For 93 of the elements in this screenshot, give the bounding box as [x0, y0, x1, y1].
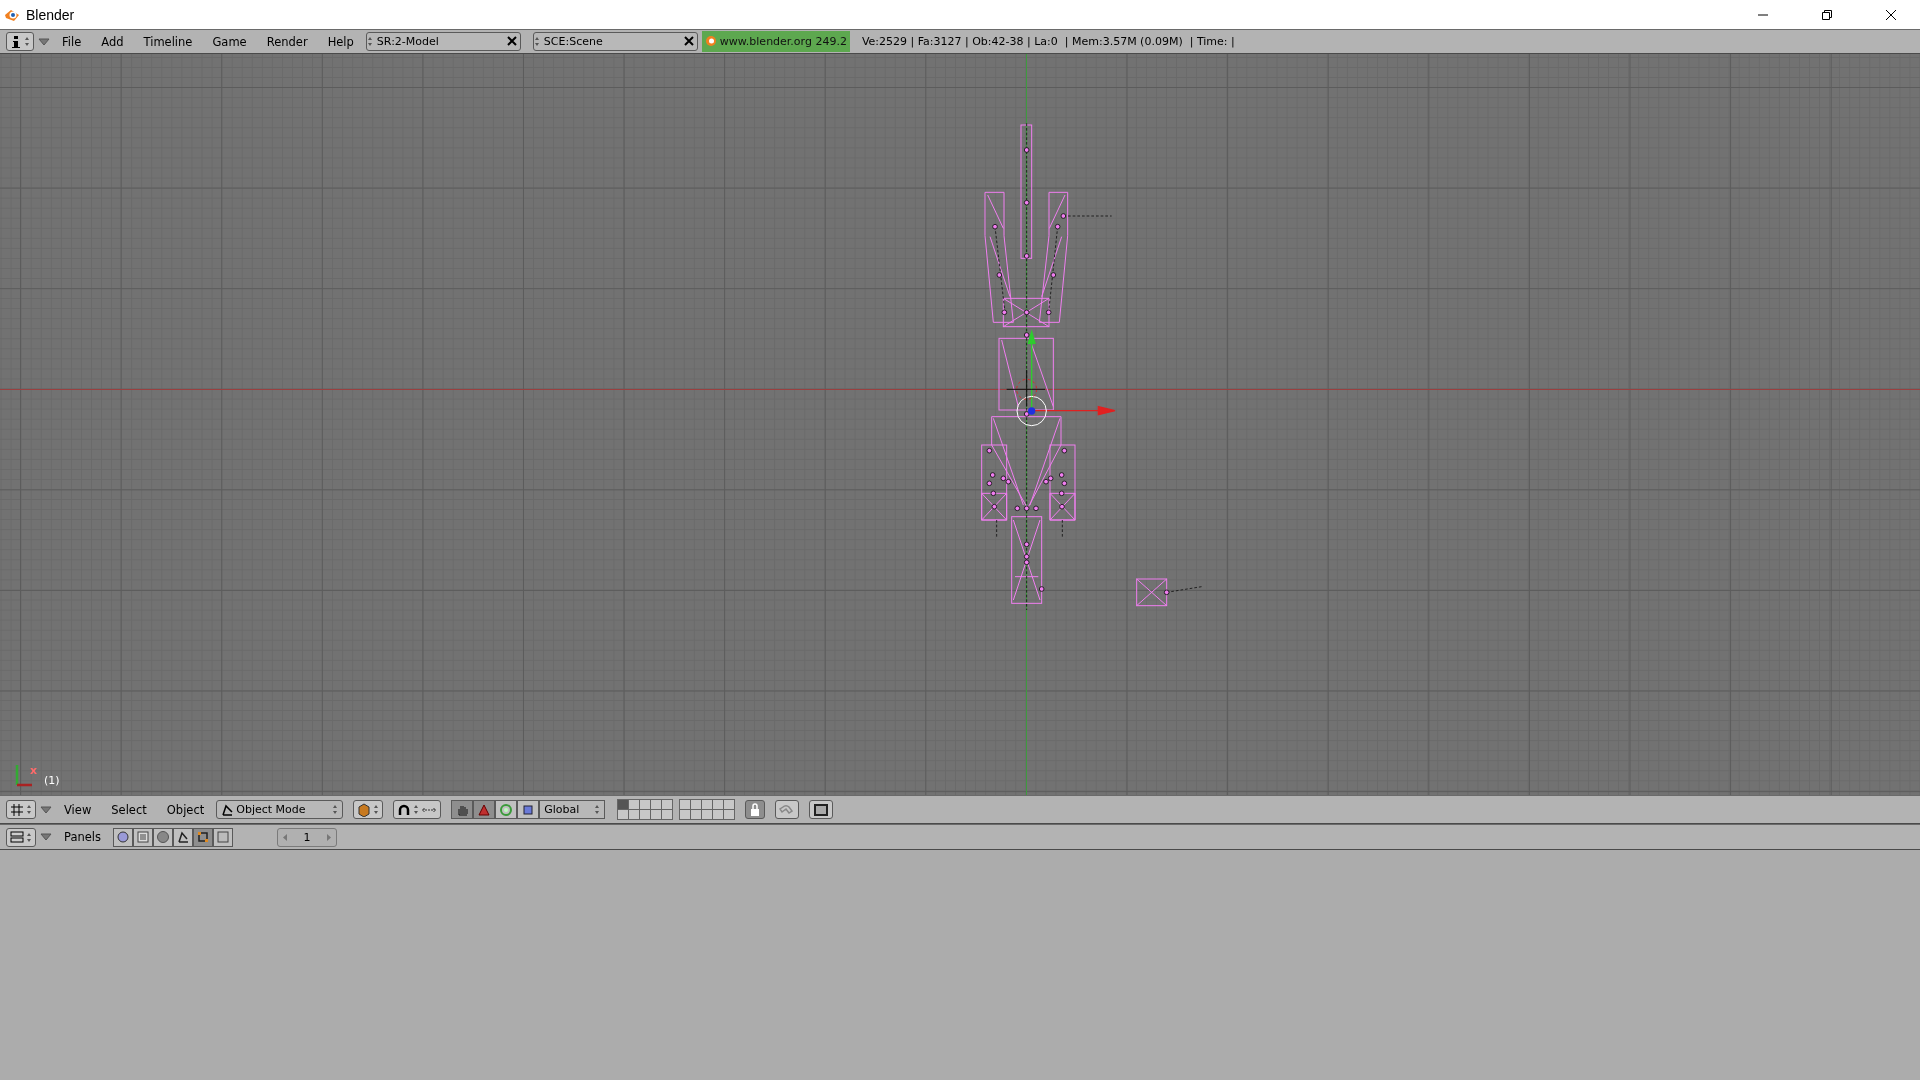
arrow-right-icon — [326, 832, 332, 842]
object-icon — [176, 830, 190, 844]
menu-item[interactable]: Add — [93, 34, 132, 49]
restore-icon — [1821, 8, 1833, 21]
object-icon — [221, 803, 234, 816]
updown-icon — [332, 804, 339, 815]
shading-icon — [156, 830, 170, 844]
menu-item[interactable]: File — [54, 34, 90, 49]
scale-manipulator-button[interactable] — [517, 800, 540, 819]
hand-manipulator-button[interactable] — [451, 800, 474, 819]
menu-item[interactable]: Object — [158, 802, 213, 817]
menu-item[interactable]: Help — [319, 34, 362, 49]
grid-icon — [10, 802, 24, 817]
layer-toggle[interactable] — [724, 810, 735, 819]
menu-item[interactable]: Select — [103, 802, 155, 817]
pivot-icon — [397, 802, 412, 817]
menu-item[interactable]: View — [56, 802, 100, 817]
translate-icon — [477, 802, 492, 817]
layer-toggle[interactable] — [691, 800, 702, 809]
rotate-manipulator-button[interactable] — [495, 800, 518, 819]
lock-icon — [749, 802, 762, 817]
layer-toggle[interactable] — [629, 810, 640, 819]
dropdown-arrow-icon[interactable] — [38, 37, 50, 46]
layer-toggle[interactable] — [640, 800, 651, 809]
layer-toggle[interactable] — [651, 800, 662, 809]
editor-type-button[interactable] — [6, 32, 34, 51]
layer-toggle[interactable] — [629, 800, 640, 809]
layer-toggle[interactable] — [662, 810, 673, 819]
menu-item[interactable]: Timeline — [135, 34, 201, 49]
logic-icon — [116, 830, 130, 844]
updown-icon — [413, 804, 420, 815]
layer-toggle[interactable] — [618, 810, 629, 819]
magnet-icon — [779, 802, 796, 817]
close-icon — [1885, 8, 1897, 21]
shading-context-button[interactable] — [153, 827, 173, 847]
pivot-button[interactable] — [393, 800, 442, 819]
object-context-button[interactable] — [173, 827, 193, 847]
layer-toggle[interactable] — [618, 800, 629, 809]
image-icon — [813, 802, 830, 817]
magnet-button[interactable] — [775, 800, 800, 819]
layer-toggle[interactable] — [640, 810, 651, 819]
version-label: www.blender.org 249.2 — [716, 31, 850, 52]
frame-field[interactable]: 1 — [277, 827, 337, 847]
updown-icon — [366, 36, 373, 47]
layer-toggle[interactable] — [724, 800, 735, 809]
info-icon — [10, 34, 22, 49]
axis-label: x — [30, 764, 38, 777]
panels-icon — [10, 830, 24, 844]
updown-icon — [24, 36, 30, 47]
script-icon — [136, 830, 150, 844]
scene-context-button[interactable] — [213, 827, 233, 847]
layer-toggle[interactable] — [702, 800, 713, 809]
layer-toggle[interactable] — [702, 810, 713, 819]
arrow-left-icon — [282, 832, 288, 842]
updown-icon — [26, 831, 32, 843]
editing-context-button[interactable] — [193, 827, 213, 847]
screen-selector[interactable]: SR:2-Model — [365, 32, 521, 51]
cube-icon — [357, 802, 372, 817]
dropdown-arrow-icon[interactable] — [40, 833, 52, 841]
layer-toggle[interactable] — [651, 810, 662, 819]
layer-toggle[interactable] — [713, 810, 724, 819]
frame-number: (1) — [44, 774, 60, 787]
script-context-button[interactable] — [133, 827, 153, 847]
layer-toggle[interactable] — [691, 810, 702, 819]
orientation-dropdown[interactable]: Global — [539, 800, 606, 819]
layer-toggle[interactable] — [680, 810, 691, 819]
updown-icon — [26, 804, 32, 815]
scene-selector[interactable]: SCE:Scene — [532, 32, 698, 51]
updown-icon — [533, 36, 540, 47]
editor-type-button[interactable] — [6, 800, 36, 819]
updown-icon — [594, 804, 601, 815]
draw-type-button[interactable] — [353, 800, 384, 819]
logo-icon — [701, 31, 717, 52]
window-title: Blender — [26, 6, 76, 23]
layer-toggle[interactable] — [713, 800, 724, 809]
lock-button[interactable] — [745, 800, 766, 819]
menu-item[interactable]: Render — [258, 34, 316, 49]
updown-icon — [373, 804, 380, 815]
scene-statistics: Ve:2529 | Fa:3127 | Ob:42-38 | La:0 | Mem:3.57M (0.09M) | Time: | — [860, 35, 1235, 48]
scale-icon — [521, 802, 536, 817]
3d-viewport[interactable]: x (1) — [0, 54, 1920, 795]
translate-manipulator-button[interactable] — [473, 800, 496, 819]
editing-icon — [196, 830, 210, 844]
dropdown-arrow-icon[interactable] — [40, 805, 52, 814]
layer-toggle[interactable] — [662, 800, 673, 809]
menu-item[interactable]: Game — [204, 34, 255, 49]
layer-toggle[interactable] — [680, 800, 691, 809]
scene-icon — [216, 830, 230, 844]
mode-dropdown[interactable]: Object Mode — [216, 800, 344, 819]
render-button[interactable] — [809, 800, 834, 819]
panels-label: Panels — [63, 830, 102, 844]
logic-context-button[interactable] — [113, 827, 133, 847]
rotate-icon — [499, 802, 514, 817]
